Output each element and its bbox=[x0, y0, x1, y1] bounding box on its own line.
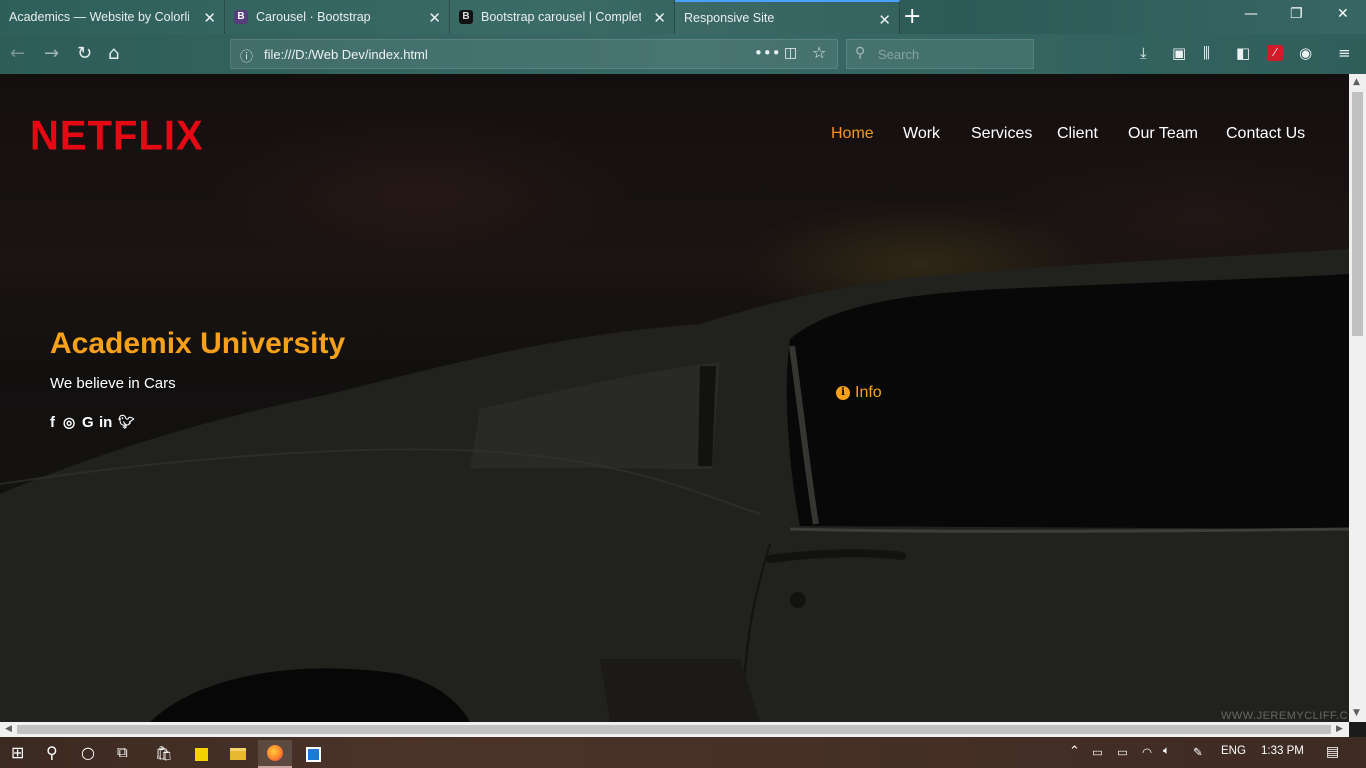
hero-subtitle: We believe in Cars bbox=[50, 375, 176, 392]
nav-work[interactable]: Work bbox=[903, 125, 940, 143]
editor-app-icon[interactable] bbox=[296, 740, 330, 768]
info-label: Info bbox=[855, 384, 882, 401]
volume-icon[interactable]: 🔈︎ bbox=[1163, 745, 1170, 758]
tab-title: Academics — Website by Colorlib bbox=[9, 10, 189, 24]
extension-icon[interactable]: ⁄ bbox=[1267, 45, 1283, 61]
info-link[interactable]: i Info bbox=[836, 384, 882, 402]
hero-title: Academix University bbox=[50, 327, 346, 360]
search-icon: ⚲ bbox=[855, 45, 866, 61]
tab-title: Bootstrap carousel | Complete bbox=[481, 10, 641, 24]
screenshot-icon[interactable]: ▣ bbox=[1172, 44, 1186, 62]
bookmark-star-icon[interactable]: ☆ bbox=[812, 43, 826, 62]
browser-toolbar: ← → ↻ ⌂ ⓘ file:///D:/Web Dev/index.html … bbox=[0, 34, 1366, 74]
chevron-up-icon[interactable]: ⌃ bbox=[1069, 743, 1080, 759]
twitter-icon[interactable]: 🐦︎ bbox=[118, 414, 135, 430]
scroll-left-icon[interactable]: ◀ bbox=[5, 724, 12, 734]
info-icon[interactable]: ⓘ bbox=[240, 46, 253, 65]
close-icon[interactable]: ✕ bbox=[653, 9, 666, 27]
google-icon[interactable]: G bbox=[82, 414, 94, 431]
photo-watermark: WWW.JEREMYCLIFF.C bbox=[1221, 710, 1349, 722]
car-hero-background bbox=[0, 74, 1349, 722]
linkedin-icon[interactable]: in bbox=[99, 414, 112, 431]
display-icon[interactable]: ▭ bbox=[1092, 745, 1103, 759]
search-placeholder: Search bbox=[878, 47, 920, 62]
nav-services[interactable]: Services bbox=[971, 125, 1032, 143]
downloads-icon[interactable]: ⤓ bbox=[1140, 44, 1147, 62]
windows-taskbar: ⊞ ⚲ ○ ⧉ 🛍︎ ⌃ ▭ ▭ ◠ 🔈︎ ✎ ENG 1:33 PM ▤ bbox=[0, 737, 1366, 768]
scroll-thumb[interactable] bbox=[17, 725, 1331, 734]
facebook-icon[interactable]: f bbox=[50, 414, 55, 431]
cortana-icon[interactable]: ○ bbox=[81, 743, 95, 762]
nav-contact-us[interactable]: Contact Us bbox=[1226, 125, 1305, 143]
language-indicator[interactable]: ENG bbox=[1221, 745, 1246, 757]
page-viewport: NETFLIX Home Work Services Client Our Te… bbox=[0, 74, 1349, 722]
instagram-icon[interactable]: ◎ bbox=[63, 414, 75, 431]
sidebar-icon[interactable]: ◧ bbox=[1236, 44, 1250, 62]
bootstrap-favicon-icon: B bbox=[459, 10, 473, 24]
page-actions-icon[interactable]: ••• bbox=[754, 44, 781, 62]
url-bar[interactable]: ⓘ file:///D:/Web Dev/index.html ••• ◫ ☆ bbox=[230, 39, 838, 69]
vertical-scrollbar[interactable]: ▲ ▼ bbox=[1349, 74, 1366, 722]
pocket-icon[interactable]: ◫ bbox=[784, 45, 797, 61]
close-window-icon[interactable]: ✕ bbox=[1337, 6, 1349, 22]
new-tab-icon[interactable]: + bbox=[903, 4, 921, 29]
task-view-icon[interactable]: ⧉ bbox=[117, 743, 128, 761]
firefox-icon[interactable] bbox=[258, 740, 292, 768]
tab-title: Carousel · Bootstrap bbox=[256, 10, 371, 24]
tab-responsive-site[interactable]: Responsive Site ✕ bbox=[675, 0, 900, 34]
battery-icon[interactable]: ▭ bbox=[1117, 745, 1128, 759]
menu-hamburger-icon[interactable]: ≡ bbox=[1338, 44, 1351, 62]
bootstrap-favicon-icon: B bbox=[234, 10, 248, 24]
scroll-right-icon[interactable]: ▶ bbox=[1336, 724, 1343, 734]
horizontal-scrollbar[interactable]: ◀ ▶ bbox=[0, 722, 1349, 737]
minimize-icon[interactable]: — bbox=[1244, 6, 1258, 22]
scroll-up-icon[interactable]: ▲ bbox=[1353, 77, 1360, 87]
netflix-logo[interactable]: NETFLIX bbox=[30, 113, 204, 160]
close-icon[interactable]: ✕ bbox=[878, 11, 891, 29]
close-icon[interactable]: ✕ bbox=[428, 9, 441, 27]
scroll-thumb[interactable] bbox=[1352, 92, 1363, 336]
sticky-notes-icon[interactable] bbox=[184, 740, 218, 768]
nav-our-team[interactable]: Our Team bbox=[1128, 125, 1198, 143]
account-icon[interactable]: ◉ bbox=[1299, 44, 1312, 62]
tab-title: Responsive Site bbox=[684, 11, 775, 25]
tab-carousel-bootstrap[interactable]: B Carousel · Bootstrap ✕ bbox=[225, 0, 450, 34]
tab-bootstrap-carousel-complete[interactable]: B Bootstrap carousel | Complete ✕ bbox=[450, 0, 675, 34]
url-text: file:///D:/Web Dev/index.html bbox=[264, 47, 428, 62]
wifi-icon[interactable]: ◠ bbox=[1142, 745, 1152, 759]
search-input[interactable]: ⚲ Search bbox=[846, 39, 1034, 69]
clock[interactable]: 1:33 PM bbox=[1261, 745, 1304, 757]
pen-icon[interactable]: ✎ bbox=[1193, 745, 1203, 759]
info-circle-icon: i bbox=[836, 386, 850, 400]
notifications-icon[interactable]: ▤ bbox=[1326, 743, 1339, 760]
windows-start-icon[interactable]: ⊞ bbox=[11, 743, 24, 762]
nav-home[interactable]: Home bbox=[831, 125, 874, 143]
back-icon[interactable]: ← bbox=[10, 43, 25, 64]
library-icon[interactable]: ⫼ bbox=[1203, 44, 1210, 62]
search-icon[interactable]: ⚲ bbox=[46, 743, 58, 762]
close-icon[interactable]: ✕ bbox=[203, 9, 216, 27]
tab-academics[interactable]: Academics — Website by Colorlib ✕ bbox=[0, 0, 225, 34]
forward-icon[interactable]: → bbox=[44, 43, 59, 64]
reload-icon[interactable]: ↻ bbox=[77, 43, 92, 64]
file-explorer-icon[interactable] bbox=[221, 740, 255, 768]
store-icon[interactable]: 🛍︎ bbox=[147, 740, 181, 768]
nav-client[interactable]: Client bbox=[1057, 125, 1098, 143]
home-icon[interactable]: ⌂ bbox=[108, 43, 119, 64]
browser-tab-bar: Academics — Website by Colorlib ✕ B Caro… bbox=[0, 0, 1366, 34]
scroll-down-icon[interactable]: ▼ bbox=[1353, 708, 1360, 718]
restore-icon[interactable]: ❐ bbox=[1290, 6, 1303, 22]
